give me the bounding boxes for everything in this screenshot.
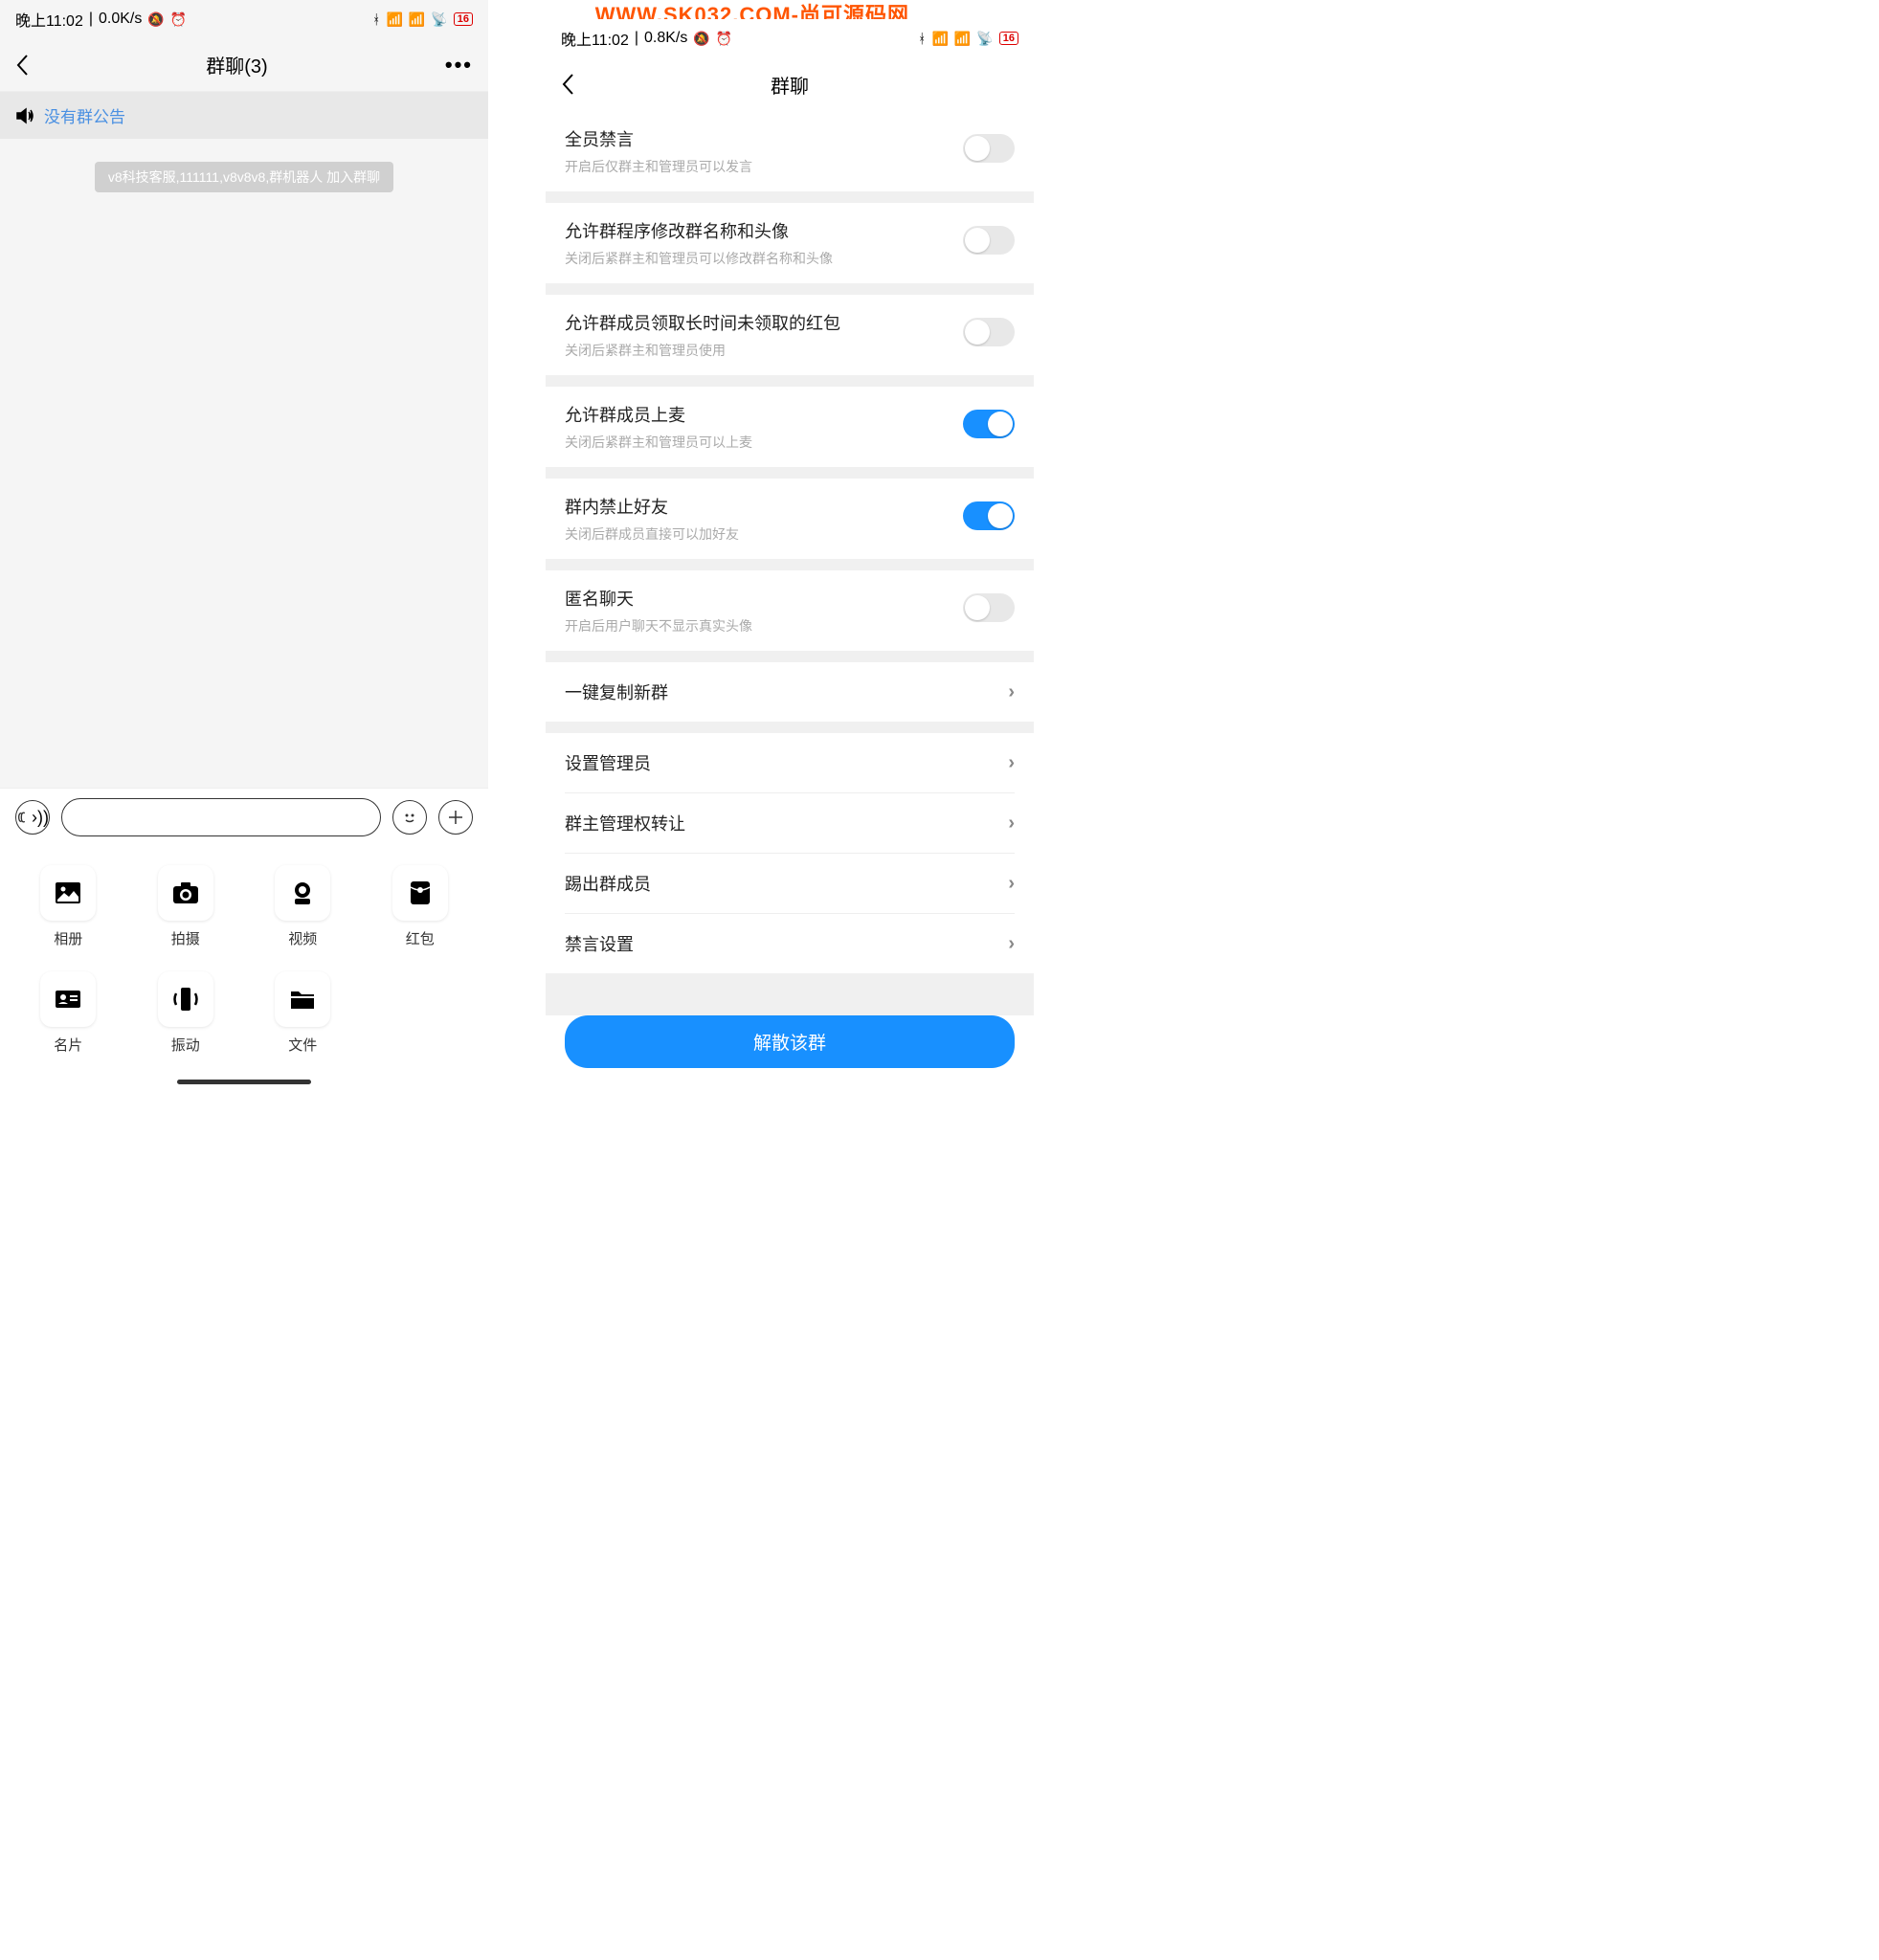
chevron-right-icon: ›	[1008, 813, 1015, 835]
attach-album[interactable]: 相册	[29, 865, 108, 948]
nav-transfer-owner[interactable]: 群主管理权转让 ›	[546, 793, 1034, 853]
attach-file[interactable]: 文件	[263, 971, 343, 1055]
signal-icon: 📶	[386, 11, 402, 28]
setting-subtitle: 关闭后紧群主和管理员可以上麦	[565, 433, 963, 452]
home-indicator[interactable]	[177, 1080, 311, 1084]
setting-redpacket: 允许群成员领取长时间未领取的红包 关闭后紧群主和管理员使用	[546, 295, 1034, 375]
setting-title: 允许群成员上麦	[565, 402, 963, 427]
chevron-right-icon: ›	[1008, 681, 1015, 703]
setting-mute-all: 全员禁言 开启后仅群主和管理员可以发言	[546, 111, 1034, 191]
toggle-allow-modify[interactable]	[963, 226, 1015, 255]
setting-mic: 允许群成员上麦 关闭后紧群主和管理员可以上麦	[546, 387, 1034, 467]
attach-card[interactable]: 名片	[29, 971, 108, 1055]
mute-icon: 🔕	[693, 31, 709, 47]
battery-level: 16	[454, 12, 473, 26]
nav-title: 踢出群成员	[565, 871, 651, 896]
wifi-icon: 📡	[431, 11, 447, 28]
signal-icon-2: 📶	[409, 11, 425, 28]
setting-subtitle: 关闭后群成员直接可以加好友	[565, 524, 963, 544]
setting-subtitle: 关闭后紧群主和管理员可以修改群名称和头像	[565, 249, 963, 268]
wifi-icon: 📡	[976, 31, 993, 47]
toggle-anonymous[interactable]	[963, 593, 1015, 622]
nav-title: 群主管理权转让	[565, 811, 685, 835]
chevron-right-icon: ›	[1008, 873, 1015, 895]
attach-album-label: 相册	[54, 928, 82, 948]
attach-camera-label: 拍摄	[171, 928, 200, 948]
chat-screen: WWW.SK032.COM-尚可源码网 晚上11:02 | 0.0K/s 🔕 ⏰…	[0, 0, 488, 1092]
message-input[interactable]	[61, 798, 381, 836]
more-button[interactable]: •••	[445, 53, 473, 78]
announcement-text: 没有群公告	[44, 103, 125, 127]
alarm-icon: ⏰	[716, 31, 732, 47]
setting-subtitle: 关闭后紧群主和管理员使用	[565, 341, 963, 360]
attach-video-label: 视频	[288, 928, 317, 948]
toggle-redpacket[interactable]	[963, 318, 1015, 346]
status-divider: |	[635, 30, 638, 47]
speaker-icon	[15, 107, 34, 124]
battery-level: 16	[999, 32, 1018, 45]
setting-title: 全员禁言	[565, 126, 963, 151]
nav-set-admin[interactable]: 设置管理员 ›	[546, 733, 1034, 792]
alarm-icon: ⏰	[170, 11, 187, 28]
attach-camera[interactable]: 拍摄	[146, 865, 226, 948]
setting-friends: 群内禁止好友 关闭后群成员直接可以加好友	[546, 479, 1034, 559]
attach-file-label: 文件	[288, 1035, 317, 1055]
setting-title: 群内禁止好友	[565, 494, 963, 519]
voice-button[interactable]: ›))	[15, 800, 50, 835]
attach-redpacket[interactable]: 红包	[381, 865, 460, 948]
chat-messages-area[interactable]: v8科技客服,111111,v8v8v8,群机器人 加入群聊	[0, 139, 488, 788]
settings-title: 群聊	[771, 71, 809, 99]
attach-vibrate[interactable]: 振动	[146, 971, 226, 1055]
bluetooth-icon: ᚼ	[372, 11, 380, 27]
status-divider: |	[89, 11, 93, 28]
setting-subtitle: 开启后用户聊天不显示真实头像	[565, 616, 963, 635]
status-time: 晚上11:02	[561, 27, 629, 50]
settings-list[interactable]: 全员禁言 开启后仅群主和管理员可以发言 允许群程序修改群名称和头像 关闭后紧群主…	[546, 111, 1034, 1092]
settings-header: 群聊	[546, 57, 1034, 111]
status-bar: 晚上11:02 | 0.8K/s 🔕 ⏰ ᚼ 📶 📶 📡 16	[546, 19, 1034, 57]
emoji-button[interactable]	[392, 800, 427, 835]
settings-screen: 晚上11:02 | 0.8K/s 🔕 ⏰ ᚼ 📶 📶 📡 16 群聊 全员禁言 …	[546, 19, 1034, 1092]
nav-title: 禁言设置	[565, 931, 634, 956]
back-button[interactable]	[15, 54, 29, 77]
bluetooth-icon: ᚼ	[918, 31, 926, 46]
toggle-friends[interactable]	[963, 501, 1015, 530]
chat-header: 群聊(3) •••	[0, 38, 488, 92]
toggle-mute-all[interactable]	[963, 134, 1015, 163]
setting-title: 允许群程序修改群名称和头像	[565, 218, 963, 243]
dissolve-group-button[interactable]: 解散该群	[565, 1015, 1015, 1068]
status-speed: 0.0K/s	[99, 11, 142, 28]
signal-icon-2: 📶	[954, 31, 971, 47]
back-button[interactable]	[561, 73, 574, 96]
input-bar: ›))	[0, 788, 488, 846]
mute-icon: 🔕	[147, 11, 164, 28]
nav-mute-settings[interactable]: 禁言设置 ›	[546, 914, 1034, 973]
attach-vibrate-label: 振动	[171, 1035, 200, 1055]
signal-icon: 📶	[931, 31, 948, 47]
setting-title: 匿名聊天	[565, 586, 963, 611]
nav-copy-group[interactable]: 一键复制新群 ›	[546, 662, 1034, 722]
setting-anonymous: 匿名聊天 开启后用户聊天不显示真实头像	[546, 570, 1034, 651]
setting-allow-modify: 允许群程序修改群名称和头像 关闭后紧群主和管理员可以修改群名称和头像	[546, 203, 1034, 283]
status-speed: 0.8K/s	[644, 30, 687, 47]
attach-redpacket-label: 红包	[406, 928, 435, 948]
toggle-mic[interactable]	[963, 410, 1015, 438]
attach-card-label: 名片	[54, 1035, 82, 1055]
chevron-right-icon: ›	[1008, 933, 1015, 955]
plus-button[interactable]	[438, 800, 473, 835]
nav-title: 一键复制新群	[565, 679, 668, 704]
nav-title: 设置管理员	[565, 750, 651, 775]
nav-kick-member[interactable]: 踢出群成员 ›	[546, 854, 1034, 913]
status-bar: 晚上11:02 | 0.0K/s 🔕 ⏰ ᚼ 📶 📶 📡 16	[0, 0, 488, 38]
setting-title: 允许群成员领取长时间未领取的红包	[565, 310, 963, 335]
attach-video[interactable]: 视频	[263, 865, 343, 948]
chevron-right-icon: ›	[1008, 752, 1015, 774]
chat-title: 群聊(3)	[206, 51, 267, 78]
attachment-panel: 相册 拍摄 视频 红包 名片 振动 文件	[0, 846, 488, 1074]
status-time: 晚上11:02	[15, 8, 83, 31]
system-message: v8科技客服,111111,v8v8v8,群机器人 加入群聊	[95, 162, 393, 192]
announcement-bar[interactable]: 没有群公告	[0, 92, 488, 139]
setting-subtitle: 开启后仅群主和管理员可以发言	[565, 157, 963, 176]
